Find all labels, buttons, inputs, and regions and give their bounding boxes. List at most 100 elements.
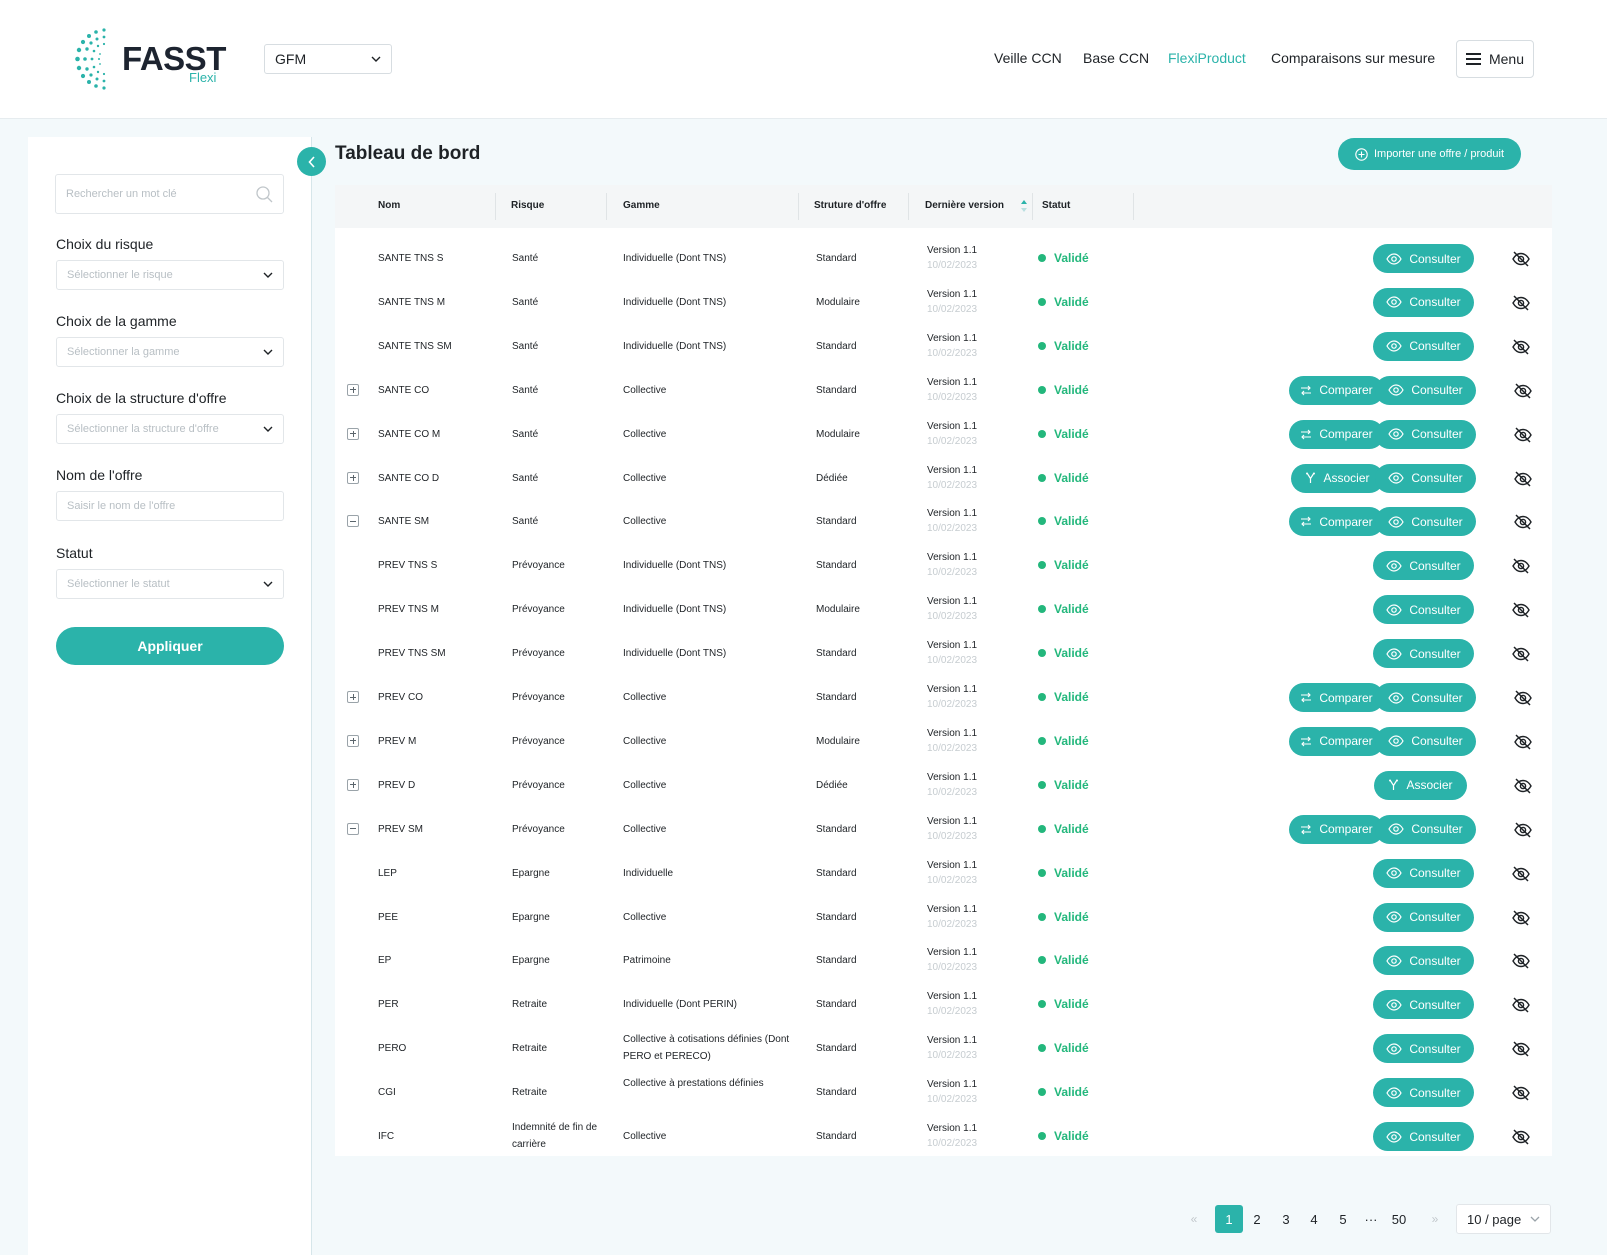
consult-button[interactable]: Consulter xyxy=(1373,990,1474,1020)
compare-button[interactable]: Comparer xyxy=(1289,507,1384,537)
eye-off-icon[interactable] xyxy=(1513,425,1533,445)
nav-comparaisons[interactable]: Comparaisons sur mesure xyxy=(1271,50,1435,66)
page-size-select[interactable]: 10 / page xyxy=(1456,1204,1551,1234)
menu-button[interactable]: Menu xyxy=(1456,40,1534,78)
pagination-page-last[interactable]: 50 xyxy=(1385,1205,1413,1233)
range-select[interactable]: Sélectionner la gamme xyxy=(56,337,284,367)
eye-off-icon[interactable] xyxy=(1511,249,1531,269)
pagination-page-3[interactable]: 3 xyxy=(1272,1205,1300,1233)
consult-button[interactable]: Consulter xyxy=(1373,244,1474,273)
offer-name-input[interactable]: Saisir le nom de l'offre xyxy=(56,491,284,521)
eye-off-icon[interactable] xyxy=(1513,688,1533,708)
pagination-page-2[interactable]: 2 xyxy=(1243,1205,1271,1233)
collapse-row-button[interactable] xyxy=(347,515,359,528)
eye-off-icon[interactable] xyxy=(1513,469,1533,489)
status-dot xyxy=(1038,736,1046,745)
consult-button[interactable]: Consulter xyxy=(1373,287,1474,317)
eye-off-icon[interactable] xyxy=(1511,951,1531,971)
consult-button[interactable]: Consulter xyxy=(1373,1078,1474,1108)
consult-button[interactable]: Consulter xyxy=(1375,683,1476,712)
pagination-page-4[interactable]: 4 xyxy=(1300,1205,1328,1233)
eye-off-icon[interactable] xyxy=(1511,644,1531,664)
pagination-page-1[interactable]: 1 xyxy=(1215,1205,1243,1233)
cell-name: PREV CO xyxy=(378,692,424,703)
consult-button[interactable]: Consulter xyxy=(1375,419,1476,449)
pagination-ellipsis[interactable]: ··· xyxy=(1357,1205,1385,1233)
cell-name: SANTE SM xyxy=(378,516,430,528)
nav-flexiproduct[interactable]: FlexiProduct xyxy=(1168,50,1246,66)
nav-veille-ccn[interactable]: Veille CCN xyxy=(994,50,1062,66)
column-header-statut[interactable]: Statut xyxy=(1042,200,1070,211)
consult-button[interactable]: Consulter xyxy=(1373,902,1474,932)
eye-off-icon[interactable] xyxy=(1511,1083,1531,1103)
expand-row-button[interactable] xyxy=(347,734,359,747)
eye-off-icon[interactable] xyxy=(1511,293,1531,313)
consult-button[interactable]: Consulter xyxy=(1373,595,1474,625)
consult-button[interactable]: Consulter xyxy=(1373,331,1474,361)
status-badge: Validé xyxy=(1038,690,1089,704)
consult-button[interactable]: Consulter xyxy=(1375,463,1476,493)
consult-button[interactable]: Consulter xyxy=(1373,551,1474,581)
eye-off-icon[interactable] xyxy=(1513,732,1533,752)
cell-range: Individuelle (Dont TNS) xyxy=(623,604,727,616)
eye-off-icon[interactable] xyxy=(1511,1039,1531,1059)
pagination-next[interactable]: » xyxy=(1421,1205,1449,1233)
column-header-structure[interactable]: Struture d'offre xyxy=(814,200,886,211)
associate-button[interactable]: Associer xyxy=(1374,770,1467,800)
column-header-nom[interactable]: Nom xyxy=(378,200,400,211)
expand-row-button[interactable] xyxy=(347,778,359,791)
cell-range: Collective xyxy=(623,428,667,440)
expand-row-button[interactable] xyxy=(347,427,359,440)
compare-button[interactable]: Comparer xyxy=(1289,419,1384,449)
import-offer-button[interactable]: Importer une offre / produit xyxy=(1338,138,1521,170)
consult-button[interactable]: Consulter xyxy=(1373,1122,1474,1151)
compare-button[interactable]: Comparer xyxy=(1289,814,1384,844)
fasst-logo[interactable]: FASST Flexi xyxy=(74,26,234,92)
risk-select[interactable]: Sélectionner le risque xyxy=(56,260,284,290)
sort-icon[interactable] xyxy=(1020,199,1028,213)
apply-button[interactable]: Appliquer xyxy=(56,627,284,665)
consult-button[interactable]: Consulter xyxy=(1375,814,1476,844)
consult-button[interactable]: Consulter xyxy=(1373,1034,1474,1064)
consult-button[interactable]: Consulter xyxy=(1373,858,1474,888)
consult-button[interactable]: Consulter xyxy=(1373,639,1474,669)
expand-row-button[interactable] xyxy=(347,383,359,396)
column-header-gamme[interactable]: Gamme xyxy=(623,200,660,211)
nav-base-ccn[interactable]: Base CCN xyxy=(1083,50,1149,66)
organization-select[interactable]: GFM xyxy=(264,44,392,74)
collapse-sidebar-button[interactable] xyxy=(297,147,326,176)
search-input[interactable]: Rechercher un mot clé xyxy=(55,174,284,214)
version-date: 10/02/2023 xyxy=(927,303,978,315)
eye-off-icon[interactable] xyxy=(1511,1127,1531,1147)
status-select[interactable]: Sélectionner le statut xyxy=(56,569,284,599)
eye-off-icon[interactable] xyxy=(1511,864,1531,884)
eye-off-icon[interactable] xyxy=(1511,337,1531,357)
compare-button[interactable]: Comparer xyxy=(1289,726,1384,756)
collapse-row-button[interactable] xyxy=(347,822,359,835)
eye-off-icon[interactable] xyxy=(1511,908,1531,928)
expand-row-button[interactable] xyxy=(347,691,359,703)
eye-off-icon[interactable] xyxy=(1513,512,1533,532)
eye-off-icon[interactable] xyxy=(1511,600,1531,620)
expand-row-button[interactable] xyxy=(347,471,359,484)
pagination-page-5[interactable]: 5 xyxy=(1329,1205,1357,1233)
eye-off-icon[interactable] xyxy=(1513,776,1533,796)
column-header-risque[interactable]: Risque xyxy=(511,200,544,211)
eye-icon xyxy=(1386,955,1403,967)
eye-off-icon[interactable] xyxy=(1511,995,1531,1015)
structure-select[interactable]: Sélectionner la structure d'offre xyxy=(56,414,284,444)
pagination-prev[interactable]: « xyxy=(1180,1205,1208,1233)
compare-button[interactable]: Comparer xyxy=(1289,683,1384,712)
eye-icon xyxy=(1386,647,1403,660)
consult-button[interactable]: Consulter xyxy=(1375,375,1476,405)
consult-button[interactable]: Consulter xyxy=(1375,507,1476,537)
eye-off-icon[interactable] xyxy=(1513,820,1533,840)
button-label: Consulter xyxy=(1409,602,1461,617)
consult-button[interactable]: Consulter xyxy=(1375,726,1476,756)
eye-off-icon[interactable] xyxy=(1513,381,1533,401)
eye-off-icon[interactable] xyxy=(1511,556,1531,576)
associate-button[interactable]: Associer xyxy=(1291,463,1384,493)
consult-button[interactable]: Consulter xyxy=(1373,946,1474,976)
column-header-version[interactable]: Dernière version xyxy=(925,200,1004,211)
compare-button[interactable]: Comparer xyxy=(1289,375,1384,405)
